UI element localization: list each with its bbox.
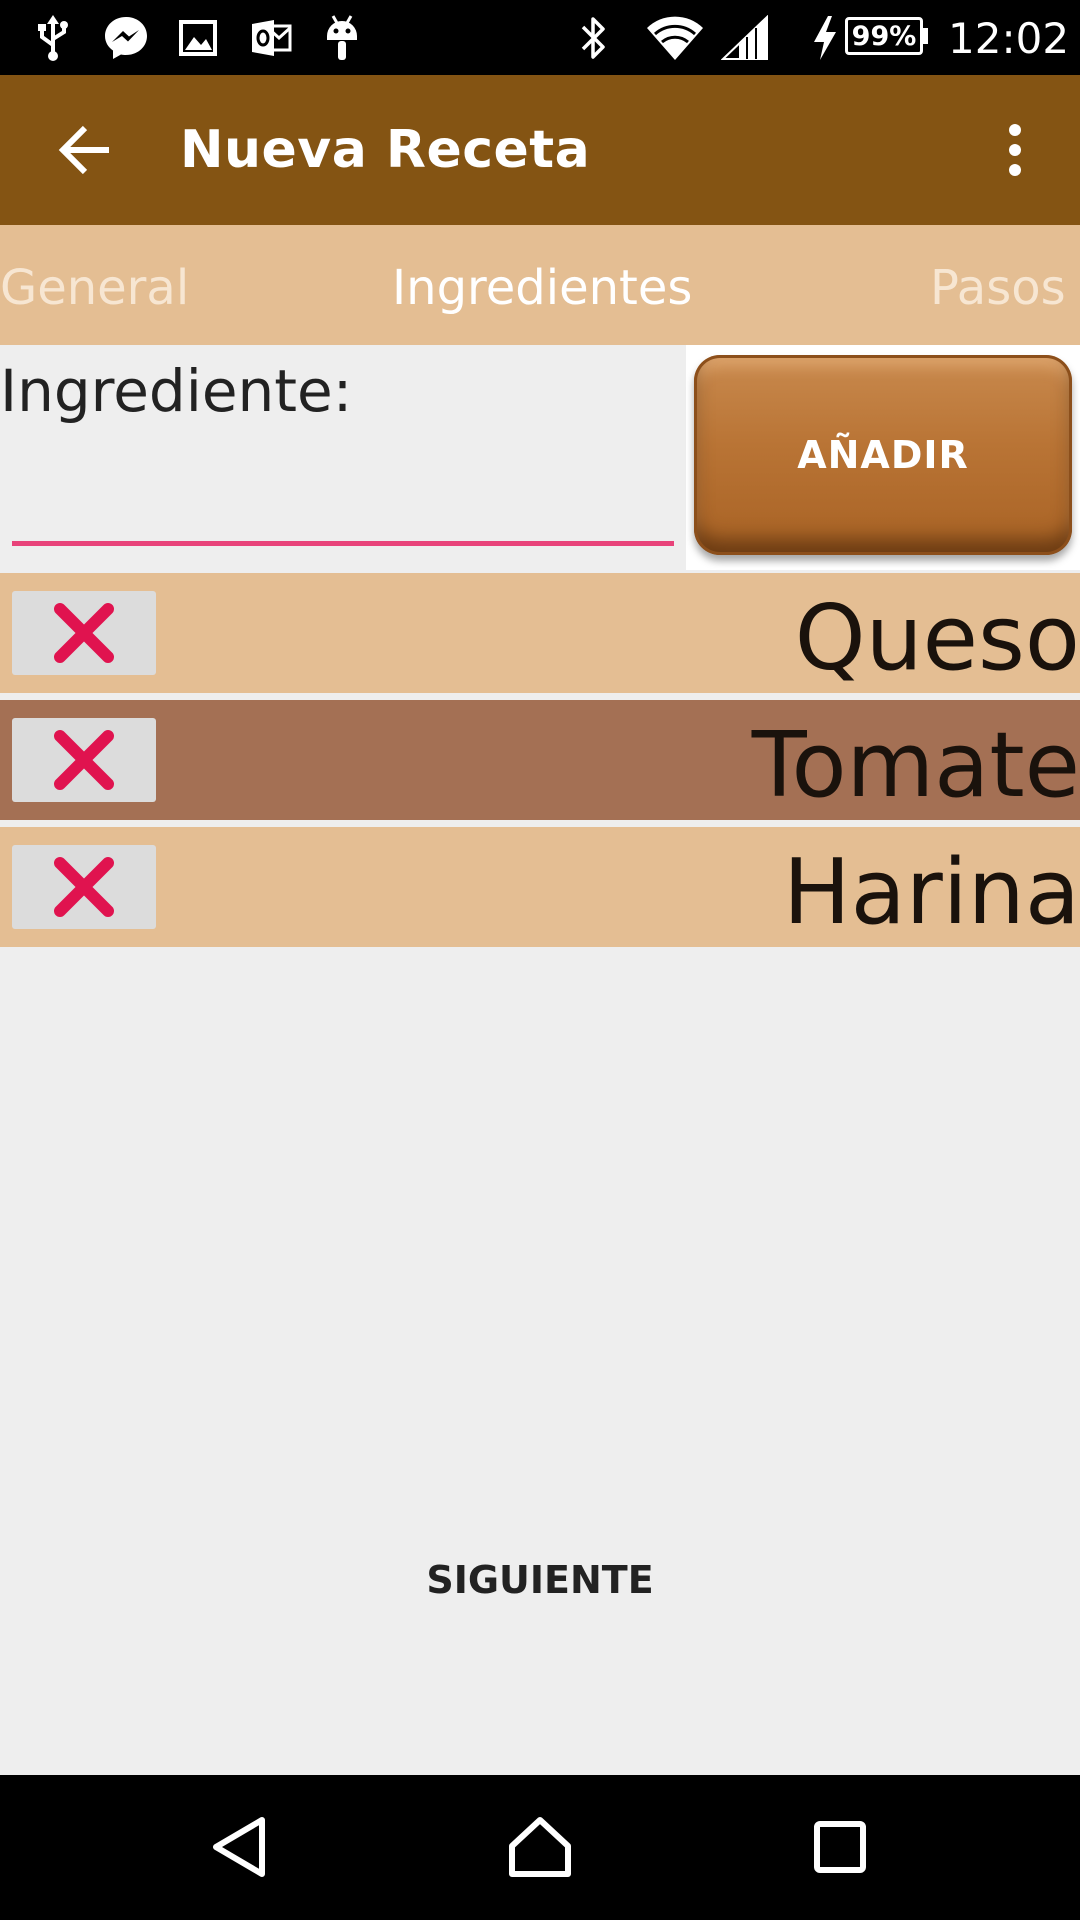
list-item: Harina (0, 827, 1080, 947)
wifi-icon (644, 0, 706, 75)
nav-home-button[interactable] (480, 1797, 600, 1897)
overflow-menu-button[interactable] (985, 112, 1045, 188)
outlook-icon (250, 0, 294, 75)
battery-indicator: 99% (845, 17, 923, 55)
arrow-back-icon (58, 125, 109, 175)
more-vert-icon (1009, 124, 1021, 176)
android-debug-icon (322, 0, 362, 75)
tab-strip: General Ingredientes Pasos (0, 225, 1080, 345)
nav-back-icon (213, 1817, 265, 1877)
add-button[interactable]: AÑADIR (694, 355, 1072, 555)
remove-ingredient-button[interactable] (12, 591, 156, 675)
tab-pasos[interactable]: Pasos (930, 225, 1066, 345)
messenger-icon (100, 0, 152, 75)
screen: 99% 12:02 Nueva Receta General Ingredien… (0, 0, 1080, 1920)
list-item: Tomate (0, 700, 1080, 820)
back-button[interactable] (40, 112, 130, 188)
tab-ingredientes[interactable]: Ingredientes (392, 225, 692, 345)
remove-ingredient-button[interactable] (12, 718, 156, 802)
ingredient-name: Tomate (751, 713, 1080, 818)
ingredient-label: Ingrediente: (0, 357, 353, 425)
ingredient-form: Ingrediente: AÑADIR (0, 345, 1080, 573)
status-bar: 99% 12:02 (0, 0, 1080, 75)
battery-nub (923, 28, 928, 44)
next-button[interactable]: SIGUIENTE (380, 1540, 700, 1620)
signal-icon (720, 0, 770, 75)
add-panel: AÑADIR (686, 345, 1080, 570)
clock: 12:02 (948, 14, 1070, 63)
ingredient-input[interactable] (12, 445, 674, 505)
tab-general[interactable]: General (0, 225, 189, 345)
delete-x-icon (54, 857, 114, 917)
app-bar: Nueva Receta (0, 75, 1080, 225)
ingredient-name: Queso (794, 586, 1080, 691)
navigation-bar (0, 1775, 1080, 1920)
nav-home-icon (509, 1817, 571, 1877)
gallery-icon (178, 0, 218, 75)
delete-x-icon (54, 730, 114, 790)
usb-icon (30, 0, 76, 75)
list-item: Queso (0, 573, 1080, 693)
nav-recents-button[interactable] (780, 1797, 900, 1897)
page-title: Nueva Receta (180, 120, 591, 180)
nav-back-button[interactable] (180, 1797, 300, 1897)
ingredient-name: Harina (782, 840, 1080, 945)
charging-icon (810, 0, 840, 75)
bluetooth-icon (576, 0, 612, 75)
nav-recents-icon (814, 1821, 866, 1873)
delete-x-icon (54, 603, 114, 663)
remove-ingredient-button[interactable] (12, 845, 156, 929)
input-underline (12, 541, 674, 546)
